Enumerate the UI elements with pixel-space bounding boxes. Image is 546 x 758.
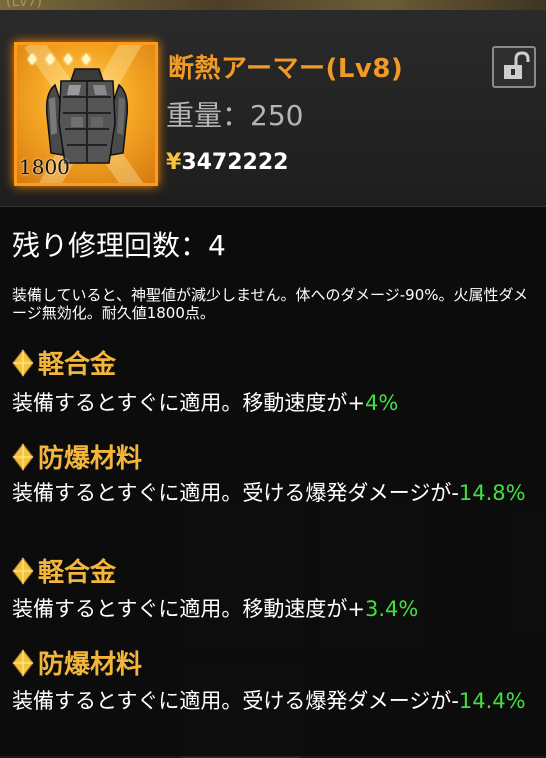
mod-title: 防爆材料 xyxy=(12,644,142,681)
star-icon: ♦ xyxy=(25,50,40,69)
repair-label: 残り修理回数： xyxy=(12,229,209,262)
item-description: 装備していると、神聖値が減少しません。体へのダメージ-90%。火属性ダメージ無効… xyxy=(12,286,529,322)
diamond-icon xyxy=(12,648,34,677)
durability-value: 1800 xyxy=(19,155,70,179)
mod-title: 軽合金 xyxy=(12,344,116,381)
item-weight: 重量：250 xyxy=(166,94,303,134)
mod-title: 軽合金 xyxy=(12,552,116,589)
mod-text: 装備するとすぐに適用。受ける爆発ダメージが-14.8% xyxy=(12,480,542,506)
yen-icon: ¥ xyxy=(166,150,182,175)
mod-text: 装備するとすぐに適用。移動速度が+4% xyxy=(12,390,542,416)
diamond-icon xyxy=(12,556,34,585)
item-icon-frame: ♦ ♦ ♦ ♦ 1800 xyxy=(14,42,158,186)
weight-label: 重量： xyxy=(166,99,251,132)
mod-title-text: 防爆材料 xyxy=(38,650,143,680)
mod-title-text: 防爆材料 xyxy=(38,444,143,474)
diamond-icon xyxy=(12,348,34,377)
item-price: ¥3472222 xyxy=(166,150,288,175)
mod-value: 14.4% xyxy=(458,689,526,713)
item-tooltip: ♦ ♦ ♦ ♦ 1800 断熱アーマー(Lv8) 重量：250 ¥3472222… xyxy=(0,10,546,756)
mod-value: 14.8% xyxy=(458,481,526,505)
mod-value: 4% xyxy=(364,391,399,415)
mod-description: 装備するとすぐに適用。移動速度が+ xyxy=(12,391,365,415)
mod-description: 装備するとすぐに適用。移動速度が+ xyxy=(12,597,365,621)
lock-button[interactable] xyxy=(492,46,536,88)
mod-text: 装備するとすぐに適用。移動速度が+3.4% xyxy=(12,596,542,622)
mod-title: 防爆材料 xyxy=(12,438,142,475)
mod-value: 3.4% xyxy=(364,597,419,621)
diamond-icon xyxy=(12,442,34,471)
weight-value: 250 xyxy=(250,99,304,132)
mod-description: 装備するとすぐに適用。受ける爆発ダメージが- xyxy=(12,481,459,505)
price-value: 3472222 xyxy=(181,150,289,175)
item-name: 断熱アーマー(Lv8) xyxy=(168,54,404,84)
item-header: ♦ ♦ ♦ ♦ 1800 断熱アーマー(Lv8) 重量：250 ¥3472222 xyxy=(0,10,546,207)
background-level-text: (Lv7) xyxy=(6,0,42,10)
mod-title-text: 軽合金 xyxy=(38,558,117,588)
unlocked-padlock-icon xyxy=(504,51,530,79)
repair-count: 残り修理回数：4 xyxy=(12,224,226,264)
mod-description: 装備するとすぐに適用。受ける爆発ダメージが- xyxy=(12,689,459,713)
repair-value: 4 xyxy=(208,229,226,262)
mod-title-text: 軽合金 xyxy=(38,350,117,380)
mod-text: 装備するとすぐに適用。受ける爆発ダメージが-14.4% xyxy=(12,688,542,714)
